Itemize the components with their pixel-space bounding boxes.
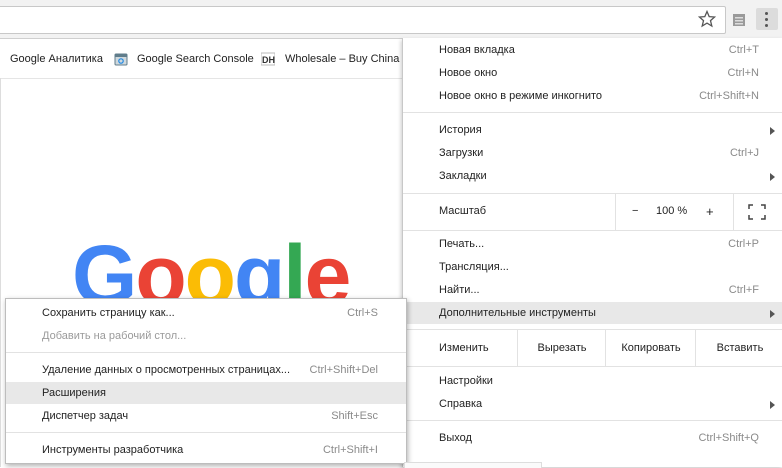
menu-paste-button[interactable]: Вставить: [695, 330, 782, 366]
menu-help[interactable]: Справка: [403, 393, 782, 415]
fullscreen-icon: [748, 204, 766, 220]
menu-new-incognito-window[interactable]: Новое окно в режиме инкогнито Ctrl+Shift…: [403, 85, 782, 107]
bookmark-google-analytics[interactable]: Google Аналитика: [10, 53, 103, 65]
fullscreen-button[interactable]: [733, 194, 782, 230]
menu-history[interactable]: История: [403, 119, 782, 141]
submenu-extensions[interactable]: Расширения: [6, 382, 406, 404]
dh-icon: DH: [261, 52, 275, 66]
menu-more-tools[interactable]: Дополнительные инструменты: [403, 302, 782, 324]
browser-toolbar: [0, 0, 782, 39]
svg-text:DH: DH: [262, 55, 275, 65]
submenu-arrow-icon: [770, 173, 775, 181]
zoom-out-button[interactable]: −: [632, 205, 638, 217]
menu-new-window[interactable]: Новое окно Ctrl+N: [403, 62, 782, 84]
submenu-separator: [6, 432, 406, 433]
menu-separator: [403, 230, 782, 231]
menu-settings[interactable]: Настройки: [403, 370, 782, 392]
search-console-icon: [114, 53, 128, 66]
menu-bookmarks[interactable]: Закладки: [403, 165, 782, 187]
zoom-level: 100 %: [656, 205, 688, 217]
menu-separator: [403, 420, 782, 421]
chrome-menu-button[interactable]: [756, 8, 778, 30]
submenu-arrow-icon: [770, 127, 775, 135]
chrome-menu: Новая вкладка Ctrl+T Новое окно Ctrl+N Н…: [402, 38, 782, 467]
menu-separator: [403, 112, 782, 113]
submenu-separator: [6, 352, 406, 353]
submenu-arrow-icon: [770, 310, 775, 318]
menu-downloads[interactable]: Загрузки Ctrl+J: [403, 142, 782, 164]
submenu-save-page[interactable]: Сохранить страницу как... Ctrl+S: [6, 302, 406, 324]
menu-print[interactable]: Печать... Ctrl+P: [403, 233, 782, 255]
more-tools-submenu: Сохранить страницу как... Ctrl+S Добавит…: [5, 298, 407, 464]
bookmark-dhgate[interactable]: Wholesale – Buy China: [285, 53, 399, 65]
bookmarks-bar: Google Аналитика Google Search Console D…: [0, 40, 404, 79]
zoom-in-button[interactable]: +: [706, 204, 714, 219]
menu-copy-button[interactable]: Копировать: [605, 330, 696, 366]
menu-exit[interactable]: Выход Ctrl+Shift+Q: [403, 427, 782, 449]
submenu-developer-tools[interactable]: Инструменты разработчика Ctrl+Shift+I: [6, 439, 406, 461]
star-icon[interactable]: [698, 10, 716, 28]
menu-new-tab[interactable]: Новая вкладка Ctrl+T: [403, 39, 782, 61]
submenu-task-manager[interactable]: Диспетчер задач Shift+Esc: [6, 405, 406, 427]
bookmark-search-console[interactable]: Google Search Console: [137, 53, 254, 65]
menu-separator: [403, 366, 782, 367]
submenu-clear-browsing-data[interactable]: Удаление данных о просмотренных страница…: [6, 359, 406, 381]
submenu-arrow-icon: [770, 401, 775, 409]
menu-cut-button[interactable]: Вырезать: [517, 330, 606, 366]
submenu-add-to-desktop: Добавить на рабочий стол...: [42, 330, 187, 342]
menu-cast[interactable]: Трансляция...: [403, 256, 782, 278]
address-bar[interactable]: [0, 6, 726, 34]
extension-icon[interactable]: [732, 13, 746, 27]
menu-find[interactable]: Найти... Ctrl+F: [403, 279, 782, 301]
kebab-icon: [765, 12, 768, 15]
